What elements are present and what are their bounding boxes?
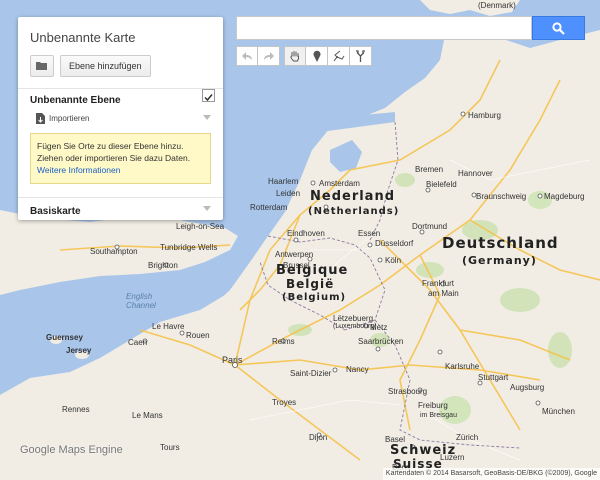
layer-visibility-checkbox[interactable] — [202, 89, 215, 102]
country-label-belgie: België — [286, 277, 334, 291]
draw-line-icon — [333, 50, 344, 62]
map-label-freiburg: Freiburg — [418, 401, 448, 410]
add-places-tip: Fügen Sie Orte zu dieser Ebene hinzu. Zi… — [30, 133, 211, 184]
map-label-denmark: (Denmark) — [478, 1, 516, 10]
map-label-frankfurt-main: am Main — [428, 289, 459, 298]
map-label-rennes: Rennes — [62, 405, 90, 414]
chevron-down-icon — [203, 114, 211, 120]
map-label-hamburg: Hamburg — [468, 111, 501, 120]
country-label-schweiz: Schweiz — [390, 443, 456, 458]
map-label-jersey: Jersey — [66, 346, 92, 355]
layer-options-button[interactable] — [201, 112, 213, 122]
undo-button[interactable] — [236, 46, 258, 66]
map-label-eindhoven: Eindhoven — [287, 229, 325, 238]
map-label-guernsey: Guernsey — [46, 333, 83, 342]
country-label-netherlands: (Netherlands) — [308, 206, 399, 217]
map-label-caen: Caen — [128, 338, 147, 347]
map-label-dusseldorf: Düsseldorf — [375, 239, 414, 248]
tip-line-2: Ziehen oder importieren Sie dazu Daten. — [37, 153, 191, 163]
map-label-braunschweig: Braunschweig — [476, 192, 526, 201]
country-label-belgium: (Belgium) — [282, 292, 346, 303]
map-label-troyes: Troyes — [272, 398, 296, 407]
folder-icon — [36, 62, 47, 70]
panel-divider — [18, 88, 223, 89]
redo-button[interactable] — [258, 46, 280, 66]
search-icon — [552, 21, 565, 35]
tip-line-1: Fügen Sie Orte zu dieser Ebene hinzu. — [37, 141, 184, 151]
map-label-le-havre: Le Havre — [152, 322, 185, 331]
search-button[interactable] — [532, 16, 585, 40]
map-label-southampton: Southampton — [90, 247, 138, 256]
add-marker-button[interactable] — [306, 46, 328, 66]
chevron-down-icon — [203, 205, 211, 211]
add-layer-button[interactable]: Ebene hinzufügen — [60, 55, 151, 77]
base-map-options-button[interactable] — [201, 203, 213, 213]
map-label-munchen: München — [542, 407, 575, 416]
map-label-reims: Reims — [272, 337, 295, 346]
map-label-magdeburg: Magdeburg — [544, 192, 584, 201]
map-label-dortmund: Dortmund — [412, 222, 447, 231]
more-info-link[interactable]: Weitere Informationen — [37, 165, 120, 175]
map-attribution[interactable]: Kartendaten © 2014 Basarsoft, GeoBasis-D… — [382, 468, 600, 480]
panel-divider-2 — [18, 197, 223, 198]
map-label-stuttgart: Stuttgart — [478, 373, 509, 382]
pan-tool-button[interactable] — [284, 46, 306, 66]
map-label-dijon: Dijon — [309, 433, 327, 442]
google-maps-engine-logo: Google Maps Engine — [20, 444, 123, 456]
map-label-leiden: Leiden — [276, 189, 300, 198]
map-label-strasbourg: Strasbourg — [388, 387, 427, 396]
import-file-icon — [36, 113, 45, 124]
map-label-zurich: Zürich — [456, 433, 478, 442]
map-label-tours: Tours — [160, 443, 180, 452]
country-label-germany: (Germany) — [462, 254, 537, 267]
map-label-amsterdam: Amsterdam — [319, 179, 360, 188]
marker-icon — [313, 50, 320, 62]
country-label-deutschland: Deutschland — [442, 234, 559, 252]
draw-line-button[interactable] — [328, 46, 350, 66]
country-label-belgique: Belgique — [276, 263, 348, 278]
map-label-saarbrucken: Saarbrücken — [358, 337, 403, 346]
map-label-rouen: Rouen — [186, 331, 210, 340]
map-label-koln: Köln — [385, 256, 401, 265]
base-map-label[interactable]: Basiskarte — [30, 206, 81, 217]
history-toolbar — [236, 46, 280, 66]
map-label-metz: Metz — [370, 323, 387, 332]
map-label-tunbridge: Tunbridge Wells — [160, 243, 217, 252]
directions-button[interactable] — [350, 46, 372, 66]
map-label-freiburg-2: im Breisgau — [420, 412, 457, 419]
map-label-nancy: Nancy — [346, 365, 369, 374]
map-label-hannover: Hannover — [458, 169, 493, 178]
map-label-antwerpen: Antwerpen — [275, 250, 313, 259]
layer-name[interactable]: Unbenannte Ebene — [30, 95, 121, 106]
map-label-leigh: Leigh-on-Sea — [176, 222, 225, 231]
map-label-paris: Paris — [222, 355, 243, 365]
sea-label-english: English — [126, 292, 153, 301]
import-link[interactable]: Importieren — [36, 113, 89, 124]
map-label-brighton: Brighton — [148, 261, 178, 270]
map-panel: Unbenannte Karte Ebene hinzufügen Unbena… — [18, 17, 223, 220]
map-label-le-mans: Le Mans — [132, 411, 163, 420]
map-label-saint-dizier: Saint-Dizier — [290, 369, 332, 378]
directions-icon — [356, 50, 365, 62]
map-label-letzebuerg: Lëtzebuerg — [333, 314, 373, 323]
map-label-augsburg: Augsburg — [510, 383, 544, 392]
map-label-karlsruhe: Karlsruhe — [445, 362, 480, 371]
map-label-frankfurt: Frankfurt — [422, 279, 455, 288]
sea-label-channel: Channel — [126, 301, 156, 310]
hand-icon — [290, 51, 299, 62]
search-input[interactable] — [236, 16, 532, 40]
map-label-haarlem: Haarlem — [268, 177, 299, 186]
country-label-nederland: Nederland — [310, 189, 395, 204]
check-icon — [204, 94, 213, 102]
import-label: Importieren — [49, 114, 90, 123]
map-label-rotterdam: Rotterdam — [250, 203, 288, 212]
map-title[interactable]: Unbenannte Karte — [30, 30, 136, 45]
drawing-toolbar — [284, 46, 372, 66]
undo-icon — [241, 51, 252, 60]
map-label-bremen: Bremen — [415, 165, 443, 174]
redo-icon — [264, 51, 274, 60]
open-folder-button[interactable] — [30, 55, 54, 77]
map-label-essen: Essen — [358, 229, 380, 238]
map-label-bielefeld: Bielefeld — [426, 180, 457, 189]
